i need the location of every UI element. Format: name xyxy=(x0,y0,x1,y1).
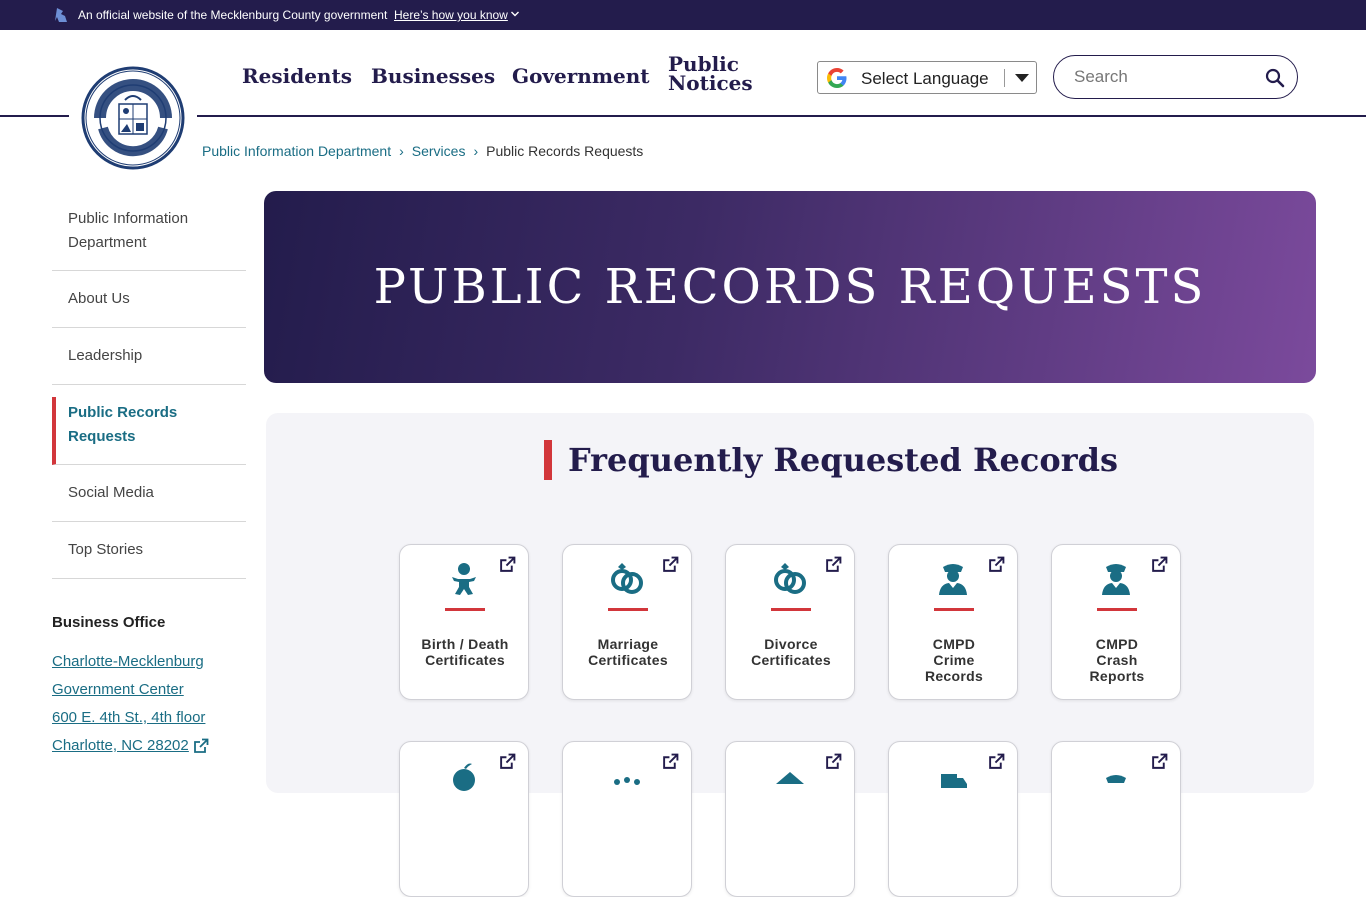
how-you-know-link[interactable]: Here’s how you know xyxy=(394,8,508,22)
business-office-title: Business Office xyxy=(52,614,166,631)
nav-government[interactable]: Government xyxy=(512,64,650,88)
chevron-down-icon[interactable] xyxy=(510,9,520,19)
record-card-row2[interactable] xyxy=(1051,741,1181,897)
breadcrumb-public-information[interactable]: Public Information Department xyxy=(202,143,391,159)
county-seal-icon xyxy=(81,66,185,170)
record-card-label: CMPD Crime Records xyxy=(911,636,997,684)
breadcrumb-services[interactable]: Services xyxy=(412,143,466,159)
card-accent-rule xyxy=(1097,608,1137,611)
rings-icon xyxy=(611,563,643,594)
section-heading: Frequently Requested Records xyxy=(544,440,1118,480)
sidebar-item-leadership[interactable]: Leadership xyxy=(52,328,246,385)
nav-residents[interactable]: Residents xyxy=(242,64,352,88)
record-card-divorce[interactable]: Divorce Certificates xyxy=(725,544,855,700)
search-input[interactable] xyxy=(1074,67,1254,87)
flag-icon xyxy=(55,8,67,22)
external-link-icon xyxy=(826,753,842,769)
police-officer-icon xyxy=(1106,775,1126,783)
external-link-icon xyxy=(989,556,1005,572)
language-select-label: Select Language xyxy=(861,69,989,88)
sidebar-item-top-stories[interactable]: Top Stories xyxy=(52,522,246,579)
sidebar-item-public-records-requests[interactable]: Public Records Requests xyxy=(52,397,246,465)
breadcrumb-separator-icon: › xyxy=(399,143,404,159)
sidebar-item-social-media[interactable]: Social Media xyxy=(52,465,246,522)
record-card-row2[interactable] xyxy=(888,741,1018,897)
external-link-icon xyxy=(193,738,209,753)
record-card-birth-death[interactable]: Birth / Death Certificates xyxy=(399,544,529,700)
record-card-label: CMPD Crash Reports xyxy=(1074,636,1160,684)
card-accent-rule xyxy=(445,608,485,611)
record-card-row2[interactable] xyxy=(725,741,855,897)
police-officer-icon xyxy=(1102,564,1130,595)
page-title: PUBLIC RECORDS REQUESTS xyxy=(373,259,1207,315)
external-link-icon xyxy=(500,753,516,769)
record-card-label-text: CMPD Crime Records xyxy=(924,636,984,684)
people-group-icon xyxy=(614,777,640,785)
rings-icon xyxy=(774,563,806,594)
county-seal-logo[interactable] xyxy=(69,56,197,180)
language-select-divider xyxy=(1004,69,1005,87)
official-site-text: An official website of the Mecklenburg C… xyxy=(78,8,388,22)
external-link-icon xyxy=(1152,556,1168,572)
external-link-icon xyxy=(826,556,842,572)
card-accent-rule xyxy=(608,608,648,611)
address-line-3[interactable]: 600 E. 4th St., 4th floor xyxy=(52,704,209,732)
truck-icon xyxy=(941,774,967,788)
record-card-row2[interactable] xyxy=(399,741,529,897)
breadcrumb: Public Information Department › Services… xyxy=(202,143,643,159)
language-select[interactable]: Select Language xyxy=(817,61,1037,94)
external-link-icon xyxy=(989,753,1005,769)
external-link-icon xyxy=(663,556,679,572)
house-icon xyxy=(776,772,804,784)
business-office-address[interactable]: Charlotte-Mecklenburg Government Center … xyxy=(52,648,209,760)
heading-accent-bar xyxy=(544,440,552,480)
nav-public-notices-line2: Notices xyxy=(668,71,753,95)
apple-icon xyxy=(453,763,475,791)
baby-icon xyxy=(452,563,476,595)
police-officer-icon xyxy=(939,564,967,595)
google-icon xyxy=(827,68,847,88)
record-card-marriage[interactable]: Marriage Certificates xyxy=(562,544,692,700)
nav-businesses[interactable]: Businesses xyxy=(371,64,495,88)
sidebar-item-about-us[interactable]: About Us xyxy=(52,271,246,328)
sidebar-nav: Public Information Department About Us L… xyxy=(52,200,246,579)
card-accent-rule xyxy=(934,608,974,611)
page-hero-banner: PUBLIC RECORDS REQUESTS xyxy=(264,191,1316,383)
dropdown-arrow-icon[interactable] xyxy=(1015,74,1029,82)
address-line-4[interactable]: Charlotte, NC 28202 xyxy=(52,732,189,760)
record-card-label-text: CMPD Crash Reports xyxy=(1089,636,1145,684)
address-line-2[interactable]: Government Center xyxy=(52,676,209,704)
search-icon[interactable] xyxy=(1265,68,1285,88)
external-link-icon xyxy=(500,556,516,572)
external-link-icon xyxy=(663,753,679,769)
breadcrumb-separator-icon: › xyxy=(473,143,479,159)
record-card-label-text: Divorce Certificates xyxy=(751,636,831,668)
address-line-4-row[interactable]: Charlotte, NC 28202 xyxy=(52,732,209,760)
breadcrumb-current: Public Records Requests xyxy=(486,143,644,159)
search-box xyxy=(1053,55,1298,99)
record-card-row2[interactable] xyxy=(562,741,692,897)
record-card-crime-records[interactable]: CMPD Crime Records xyxy=(888,544,1018,700)
header-divider xyxy=(0,115,1366,117)
record-card-label: Marriage Certificates xyxy=(571,636,685,668)
address-line-1[interactable]: Charlotte-Mecklenburg xyxy=(52,648,209,676)
record-card-label-text: Birth / Death Certificates xyxy=(421,636,509,668)
section-title: Frequently Requested Records xyxy=(568,441,1118,479)
official-site-banner: An official website of the Mecklenburg C… xyxy=(0,0,1366,30)
external-link-icon xyxy=(1152,753,1168,769)
nav-public-notices[interactable]: Public Notices xyxy=(668,54,758,95)
card-accent-rule xyxy=(771,608,811,611)
record-card-label-text: Marriage Certificates xyxy=(588,636,668,668)
record-card-crash-reports[interactable]: CMPD Crash Reports xyxy=(1051,544,1181,700)
record-card-label: Divorce Certificates xyxy=(734,636,848,668)
record-card-label: Birth / Death Certificates xyxy=(408,636,522,668)
sidebar-item-public-information[interactable]: Public Information Department xyxy=(52,200,246,271)
